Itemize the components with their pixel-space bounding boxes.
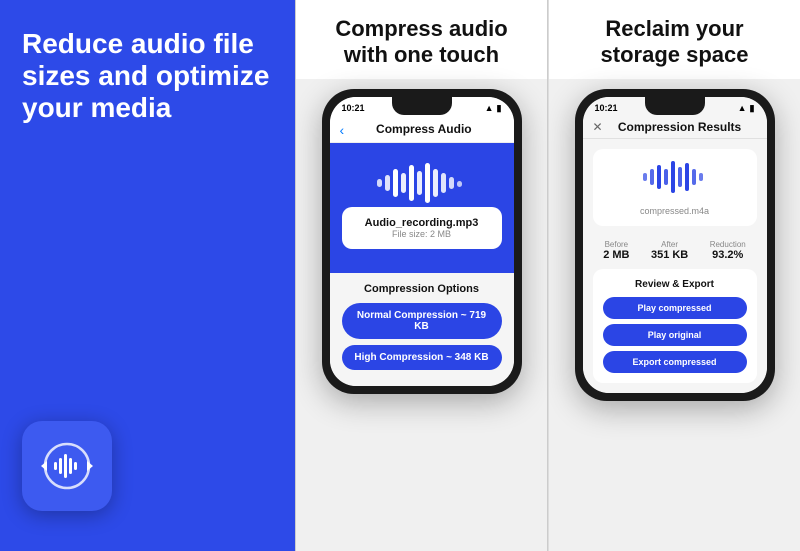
phone2-result-content: compressed.m4a Before 2 MB After 351 KB: [583, 139, 767, 393]
phone-notch-1: [392, 97, 452, 115]
high-compression-button[interactable]: High Compression ~ 348 KB: [342, 345, 502, 370]
panel-2-headline: Compress audio with one touch: [312, 16, 531, 69]
file-size-1: File size: 2 MB: [356, 229, 488, 239]
stat-reduction: Reduction 93.2%: [710, 240, 746, 261]
panel-2-content: 10:21 ▲ ▮ ‹ Compress Audio: [296, 79, 547, 551]
status-time-2: 10:21: [595, 103, 618, 113]
reduction-value: 93.2%: [710, 249, 746, 261]
app-icon: [22, 421, 112, 511]
phone-mockup-1: 10:21 ▲ ▮ ‹ Compress Audio: [322, 89, 522, 394]
reduction-label: Reduction: [710, 240, 746, 249]
panel-2: Compress audio with one touch 10:21 ▲ ▮ …: [296, 0, 547, 551]
result-card: compressed.m4a: [593, 149, 757, 226]
phone-screen-title-1: Compress Audio: [376, 122, 472, 136]
panel-2-header: Compress audio with one touch: [296, 0, 547, 79]
wifi-icon-1: ▲: [485, 103, 494, 113]
phone-nav-bar-2: ✕ Compression Results: [583, 116, 767, 139]
close-icon-2[interactable]: ✕: [593, 120, 603, 134]
phone-notch-2: [645, 97, 705, 115]
compression-options-title: Compression Options: [342, 283, 502, 295]
status-icons-2: ▲ ▮: [738, 103, 755, 114]
phone-mockup-2: 10:21 ▲ ▮ ✕ Compression Results: [575, 89, 775, 401]
compression-options-section: Compression Options Normal Compression ~…: [330, 273, 514, 386]
back-arrow-1[interactable]: ‹: [340, 122, 345, 138]
review-section-title: Review & Export: [603, 279, 747, 290]
normal-compression-button[interactable]: Normal Compression ~ 719 KB: [342, 303, 502, 339]
panel-3-content: 10:21 ▲ ▮ ✕ Compression Results: [549, 79, 800, 551]
status-time-1: 10:21: [342, 103, 365, 113]
panel-3-header: Reclaim your storage space: [549, 0, 800, 79]
play-original-button[interactable]: Play original: [603, 324, 747, 346]
panel-1: Reduce audio file sizes and optimize you…: [0, 0, 295, 551]
compressed-file-name: compressed.m4a: [607, 206, 743, 216]
review-export-section: Review & Export Play compressed Play ori…: [593, 269, 757, 383]
panel-1-headline: Reduce audio file sizes and optimize you…: [22, 28, 273, 125]
waveform-display-2: [640, 159, 710, 195]
wifi-icon-2: ▲: [738, 103, 747, 113]
stats-row: Before 2 MB After 351 KB Reduction 93.2%: [593, 240, 757, 261]
waveform-display-1: [372, 159, 472, 207]
stat-before: Before 2 MB: [603, 240, 629, 261]
before-value: 2 MB: [603, 249, 629, 261]
panel-3: Reclaim your storage space 10:21 ▲ ▮ ✕: [548, 0, 800, 551]
app-icon-svg: [37, 436, 97, 496]
play-compressed-button[interactable]: Play compressed: [603, 297, 747, 319]
export-compressed-button[interactable]: Export compressed: [603, 351, 747, 373]
panel-3-headline: Reclaim your storage space: [565, 16, 784, 69]
phone1-blue-content: Audio_recording.mp3 File size: 2 MB: [330, 143, 514, 273]
before-label: Before: [603, 240, 629, 249]
battery-icon-1: ▮: [497, 103, 502, 114]
phone-inner-2: 10:21 ▲ ▮ ✕ Compression Results: [583, 97, 767, 393]
after-value: 351 KB: [651, 249, 688, 261]
stat-after: After 351 KB: [651, 240, 688, 261]
phone-nav-bar-1: ‹ Compress Audio: [330, 116, 514, 143]
phone-screen-title-2: Compression Results: [603, 120, 757, 134]
after-label: After: [651, 240, 688, 249]
file-info-card-1: Audio_recording.mp3 File size: 2 MB: [342, 207, 502, 249]
battery-icon-2: ▮: [750, 103, 755, 114]
phone-inner-1: 10:21 ▲ ▮ ‹ Compress Audio: [330, 97, 514, 386]
file-name-1: Audio_recording.mp3: [356, 217, 488, 229]
status-icons-1: ▲ ▮: [485, 103, 502, 114]
